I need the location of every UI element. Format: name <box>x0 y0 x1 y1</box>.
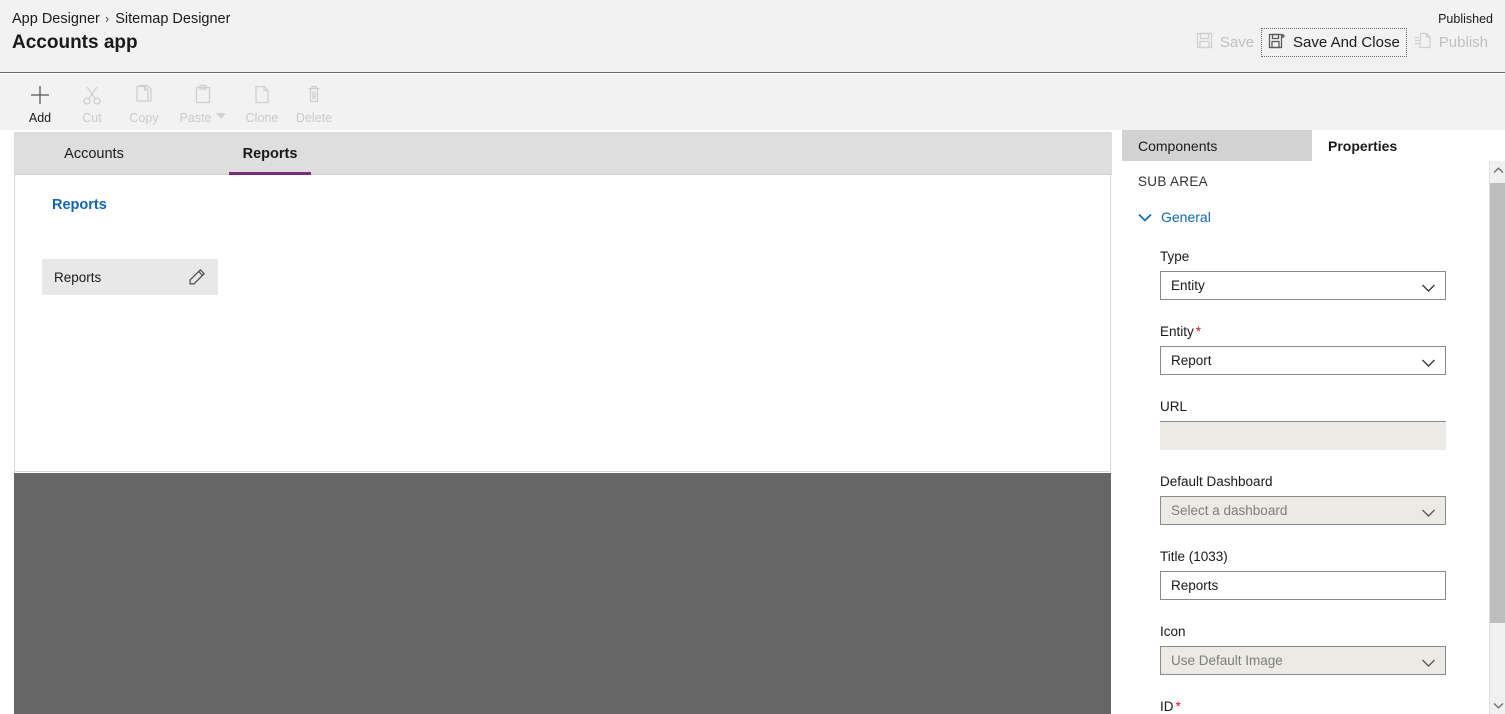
title-input-value: Reports <box>1171 578 1219 593</box>
tab-accounts[interactable]: Accounts <box>39 133 149 175</box>
scrollbar-thumb[interactable] <box>1490 183 1505 623</box>
chevron-down-icon <box>1421 281 1436 292</box>
field-type-label: Type <box>1160 249 1190 264</box>
entity-dropdown-value: Report <box>1171 353 1212 368</box>
subarea-tile-label: Reports <box>54 269 102 285</box>
scissors-icon <box>82 83 102 107</box>
icon-dropdown[interactable]: Use Default Image <box>1160 646 1446 675</box>
add-button-label: Add <box>28 111 52 125</box>
subarea-tile-reports[interactable]: Reports <box>42 259 218 295</box>
plus-icon <box>29 83 51 107</box>
default-dashboard-dropdown[interactable]: Select a dashboard <box>1160 496 1446 525</box>
tab-properties[interactable]: Properties <box>1312 130 1505 161</box>
tab-properties-label: Properties <box>1328 137 1398 154</box>
tab-accounts-label: Accounts <box>64 146 124 162</box>
sitemap-area-tabs: Accounts Reports <box>15 133 1112 175</box>
field-url: URL <box>1160 399 1446 450</box>
default-dashboard-placeholder: Select a dashboard <box>1171 503 1288 518</box>
tab-reports-label: Reports <box>242 146 298 162</box>
chevron-down-icon <box>1421 356 1436 367</box>
paste-button[interactable]: Paste <box>170 78 236 125</box>
command-toolbar: Add Cut Copy Paste Clone Delete <box>0 74 1505 130</box>
field-entity-label-text: Entity <box>1160 324 1194 339</box>
header-actions: Save Save And Close Publish <box>1189 28 1495 57</box>
field-id-label-text: ID <box>1160 699 1174 714</box>
save-and-close-icon <box>1268 32 1286 53</box>
publish-button-label: Publish <box>1438 34 1488 51</box>
copy-button[interactable]: Copy <box>118 78 170 125</box>
panel-caption: SUB AREA <box>1138 174 1208 189</box>
publish-icon <box>1414 32 1432 53</box>
field-default-dashboard-label: Default Dashboard <box>1160 474 1273 489</box>
paste-button-label: Paste <box>179 111 212 125</box>
scroll-down-button[interactable] <box>1490 696 1505 714</box>
delete-button-label: Delete <box>295 111 333 125</box>
status-badge: Published <box>1438 12 1493 26</box>
type-dropdown-value: Entity <box>1171 278 1205 293</box>
title-input[interactable]: Reports <box>1160 571 1446 600</box>
field-entity: Entity * Report <box>1160 324 1446 375</box>
add-button[interactable]: Add <box>14 78 66 125</box>
type-dropdown[interactable]: Entity <box>1160 271 1446 300</box>
scroll-up-button[interactable] <box>1490 161 1505 179</box>
field-id-label: ID * <box>1160 699 1446 714</box>
chevron-down-icon[interactable] <box>216 113 227 119</box>
copy-button-label: Copy <box>129 111 159 125</box>
field-icon: Icon Use Default Image <box>1160 624 1446 675</box>
clone-button[interactable]: Clone <box>236 78 288 125</box>
page-title: Accounts app <box>12 32 138 53</box>
icon-dropdown-placeholder: Use Default Image <box>1171 653 1283 668</box>
field-icon-label: Icon <box>1160 624 1186 639</box>
breadcrumb-current: Sitemap Designer <box>115 11 231 27</box>
section-general-toggle[interactable]: General <box>1138 209 1211 225</box>
save-button[interactable]: Save <box>1189 28 1261 57</box>
properties-scrollbar[interactable] <box>1489 161 1505 714</box>
pencil-icon[interactable] <box>188 268 206 286</box>
breadcrumb: App Designer › Sitemap Designer <box>12 11 230 27</box>
field-default-dashboard: Default Dashboard Select a dashboard <box>1160 474 1446 525</box>
required-indicator: * <box>1175 699 1181 714</box>
save-icon <box>1196 32 1213 53</box>
delete-button[interactable]: Delete <box>288 78 340 125</box>
url-input[interactable] <box>1160 421 1446 450</box>
properties-panel: Components Properties SUB AREA General T… <box>1122 130 1505 714</box>
sitemap-canvas: Accounts Reports Reports Reports <box>14 132 1112 472</box>
entity-dropdown[interactable]: Report <box>1160 346 1446 375</box>
breadcrumb-separator-icon: › <box>105 11 109 26</box>
clone-icon <box>253 83 271 107</box>
publish-button[interactable]: Publish <box>1407 28 1495 57</box>
field-url-label: URL <box>1160 399 1188 414</box>
clipboard-icon <box>194 83 212 107</box>
properties-form: SUB AREA General Type Entity Entity* Re <box>1122 161 1489 714</box>
field-title-label: Title (1033) <box>1160 549 1228 564</box>
chevron-up-icon <box>1493 161 1504 179</box>
sitemap-canvas-body: Reports Reports <box>15 176 1110 471</box>
cut-button-label: Cut <box>82 111 102 125</box>
field-id: ID * <box>1160 699 1446 714</box>
chevron-down-icon <box>1493 696 1504 714</box>
field-type: Type Entity <box>1160 249 1446 300</box>
copy-icon <box>134 83 154 107</box>
clone-button-label: Clone <box>245 111 279 125</box>
save-and-close-button-label: Save And Close <box>1293 34 1400 51</box>
tab-components[interactable]: Components <box>1122 130 1312 161</box>
chevron-down-icon <box>1421 656 1436 667</box>
tab-reports[interactable]: Reports <box>215 133 325 175</box>
panel-tabs: Components Properties <box>1122 130 1505 161</box>
chevron-down-icon <box>1138 209 1152 225</box>
required-indicator: * <box>1195 324 1202 339</box>
group-title[interactable]: Reports <box>52 197 107 213</box>
chevron-down-icon <box>1421 506 1436 517</box>
save-button-label: Save <box>1219 34 1255 51</box>
canvas-overlay-region <box>14 473 1111 714</box>
section-general-label: General <box>1161 209 1211 225</box>
save-and-close-button[interactable]: Save And Close <box>1261 28 1407 57</box>
field-entity-label: Entity * <box>1160 324 1446 339</box>
trash-icon <box>305 83 323 107</box>
cut-button[interactable]: Cut <box>66 78 118 125</box>
app-header: App Designer › Sitemap Designer Accounts a… <box>0 0 1505 73</box>
breadcrumb-parent-link[interactable]: App Designer <box>12 11 100 27</box>
field-title: Title (1033) Reports <box>1160 549 1446 600</box>
tab-components-label: Components <box>1138 137 1218 154</box>
